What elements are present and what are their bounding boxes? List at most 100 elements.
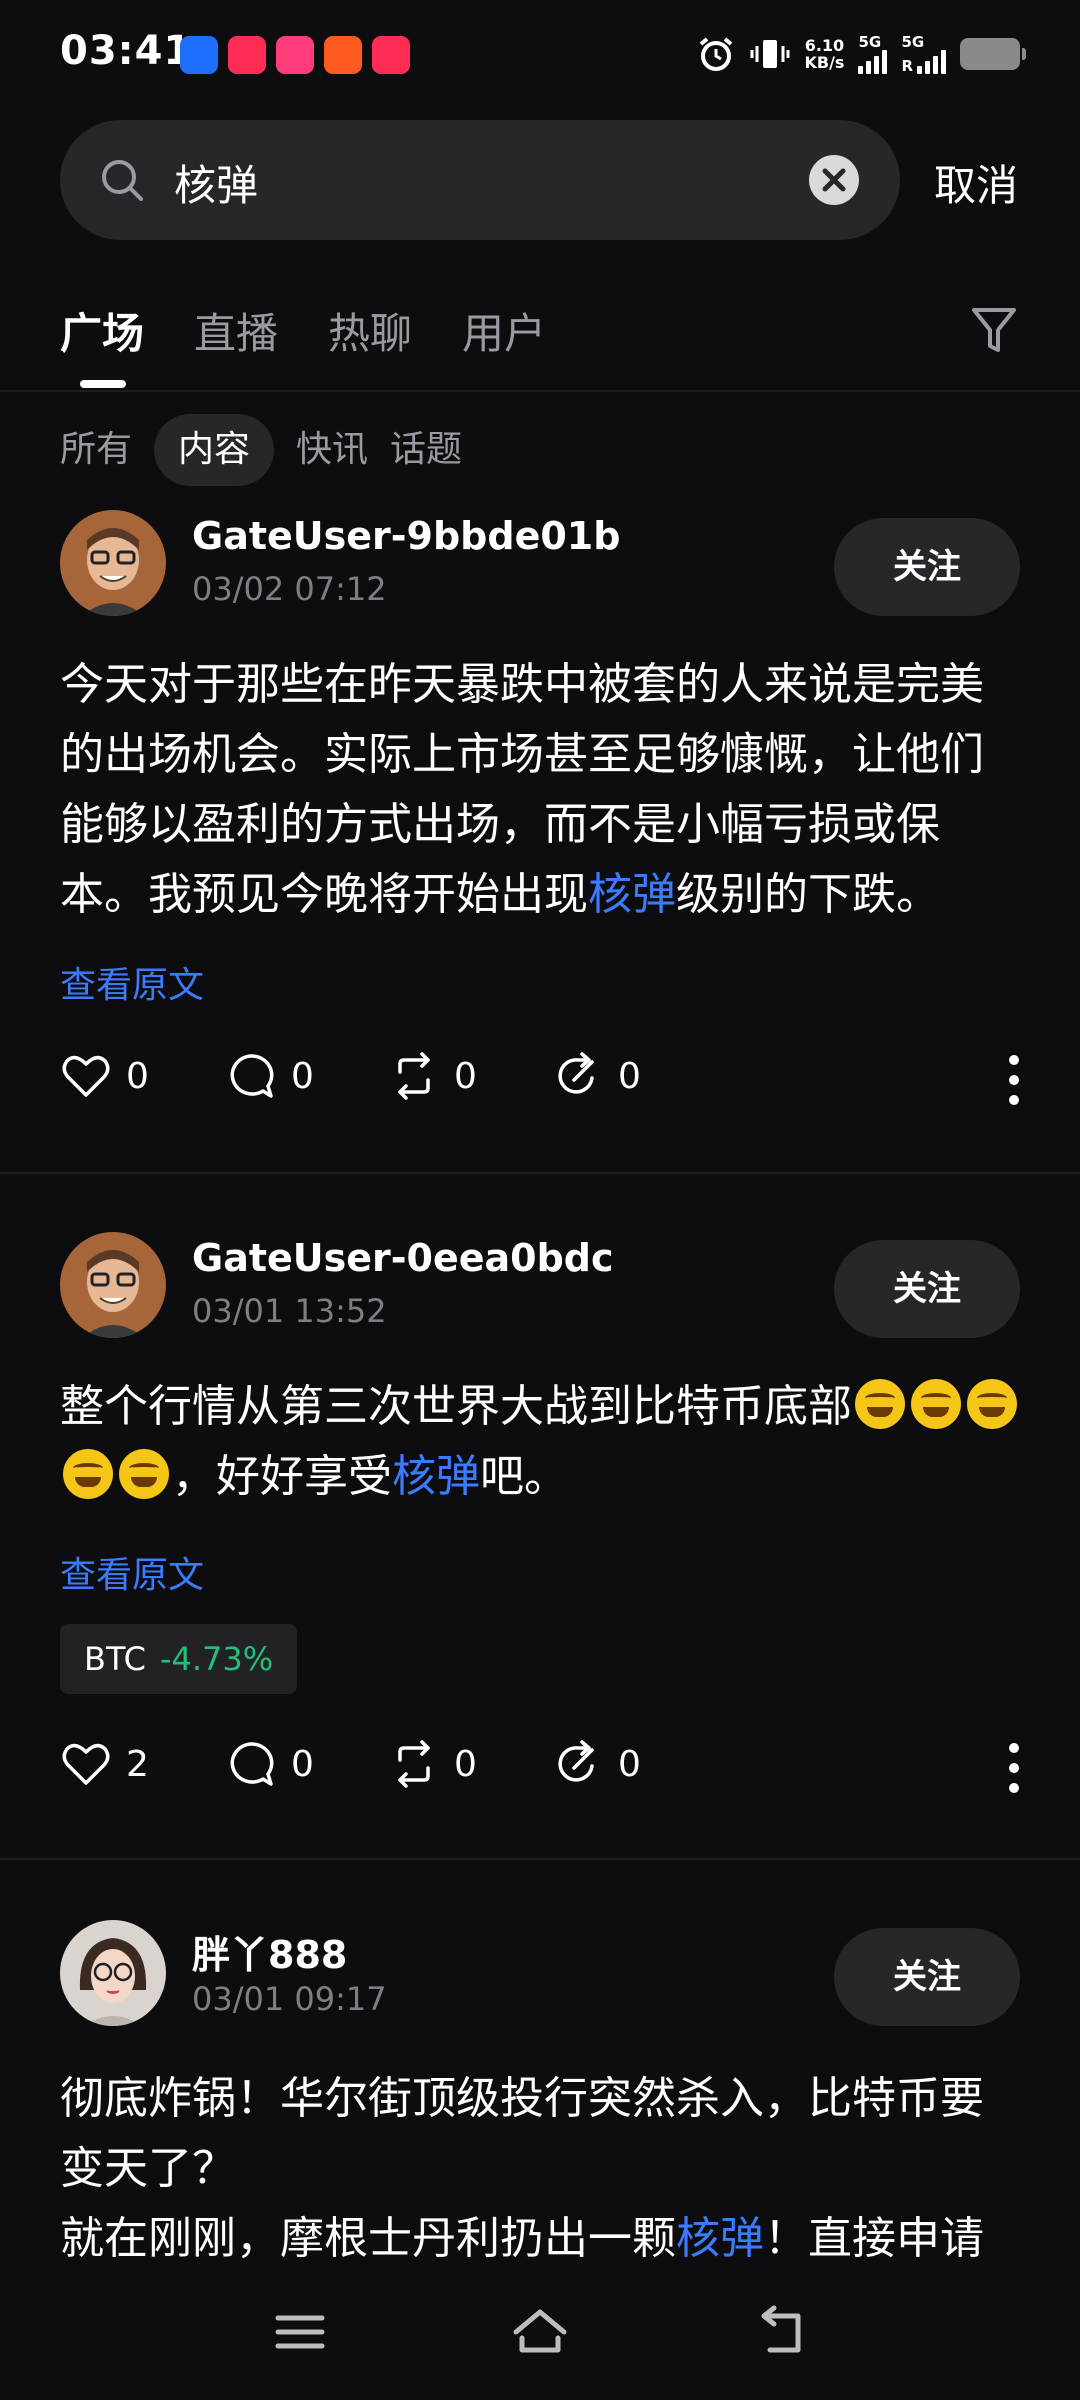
like-count: 2: [126, 1743, 149, 1785]
post-text-segment: 级别的下跌。: [676, 869, 940, 920]
app-notification-icon: [180, 36, 218, 74]
search-icon: [102, 160, 143, 201]
post-date: 03/01 13:52: [192, 1292, 387, 1330]
home-icon[interactable]: [510, 2302, 570, 2362]
post-text-segment: 就在刚刚，摩根士丹利扔出一颗: [60, 2213, 676, 2264]
post-username[interactable]: GateUser-9bbde01b: [192, 514, 620, 558]
share-icon: [558, 1740, 594, 1782]
notification-app-icons: [180, 36, 410, 74]
share-count: 0: [618, 1743, 641, 1785]
avatar[interactable]: [60, 1232, 166, 1338]
post-text-line: 彻底炸锅！华尔街顶级投行突然杀入，比特币要变天了？: [60, 2073, 984, 2194]
post-text[interactable]: 今天对于那些在昨天暴跌中被套的人来说是完美的出场机会。实际上市场甚至足够慷慨，让…: [60, 650, 1020, 930]
comment-button[interactable]: 0: [225, 1050, 314, 1102]
post-username[interactable]: GateUser-0eea0bdc: [192, 1236, 614, 1280]
follow-button[interactable]: 关注: [834, 1240, 1020, 1338]
post-text-segment: 整个行情从第三次世界大战到比特币底部: [60, 1381, 852, 1432]
app-notification-icon: [324, 36, 362, 74]
signal-sim1: 5G: [858, 33, 888, 74]
filter-icon[interactable]: [970, 304, 1018, 356]
ticker-chip[interactable]: BTC -4.73%: [60, 1624, 298, 1694]
post-actions: 2 0 0 0: [60, 1738, 1020, 1798]
like-count: 0: [126, 1055, 149, 1097]
status-right: 6.10 KB/s 5G 5G R: [696, 33, 1026, 74]
rofl-emoji-icon: [855, 1379, 905, 1429]
active-tab-indicator: [80, 380, 126, 388]
avatar[interactable]: [60, 1920, 166, 2026]
status-time: 03:41: [60, 28, 193, 74]
keyword-highlight: 核弹: [588, 869, 676, 920]
repost-icon: [398, 1740, 430, 1788]
comment-count: 0: [291, 1743, 314, 1785]
signal-type-label: 5G: [858, 33, 882, 51]
heart-icon: [62, 1055, 110, 1097]
divider: [0, 390, 1080, 392]
main-tabs: 广场 直播 热聊 用户: [60, 300, 546, 361]
post-date: 03/02 07:12: [192, 570, 387, 608]
share-button[interactable]: 0: [552, 1738, 641, 1790]
post-text-segment: ！直接申请: [764, 2213, 984, 2264]
ticker-symbol: BTC: [84, 1640, 146, 1678]
post-date: 03/01 09:17: [192, 1980, 387, 2018]
subtab-all[interactable]: 所有: [60, 414, 132, 486]
back-icon[interactable]: [750, 2302, 810, 2362]
share-button[interactable]: 0: [552, 1050, 641, 1102]
repost-button[interactable]: 0: [388, 1050, 477, 1102]
comment-button[interactable]: 0: [225, 1738, 314, 1790]
signal-type-label: 5G: [901, 33, 925, 51]
subtab-content[interactable]: 内容: [154, 414, 275, 486]
search-input[interactable]: 核弹: [60, 120, 900, 240]
vibrate-icon: [750, 40, 790, 68]
follow-button[interactable]: 关注: [834, 518, 1020, 616]
like-button[interactable]: 2: [60, 1738, 149, 1790]
more-options-icon[interactable]: [1008, 1054, 1020, 1106]
app-notification-icon: [228, 36, 266, 74]
view-original-link[interactable]: 查看原文: [60, 1546, 204, 1598]
net-speed-unit: KB/s: [804, 53, 845, 72]
rofl-emoji-icon: [967, 1379, 1017, 1429]
rofl-emoji-icon: [63, 1449, 113, 1499]
more-options-icon[interactable]: [1008, 1742, 1020, 1794]
tab-hot-chat[interactable]: 热聊: [328, 300, 412, 361]
repost-count: 0: [454, 1055, 477, 1097]
post-username[interactable]: 胖丫888: [192, 1924, 347, 1979]
sub-tabs: 所有 内容 快讯 话题: [60, 414, 462, 486]
subtab-topics[interactable]: 话题: [390, 414, 462, 486]
repost-icon: [398, 1052, 430, 1100]
app-notification-icon: [276, 36, 314, 74]
clear-search-icon[interactable]: [808, 154, 860, 206]
avatar[interactable]: [60, 510, 166, 616]
post-text[interactable]: 彻底炸锅！华尔街顶级投行突然杀入，比特币要变天了？ 就在刚刚，摩根士丹利扔出一颗核…: [60, 2064, 1020, 2274]
search-query[interactable]: 核弹: [174, 152, 258, 213]
net-speed-value: 6.10: [804, 36, 845, 55]
post-text[interactable]: 整个行情从第三次世界大战到比特币底部 ，好好享受核弹吧。: [60, 1372, 1020, 1512]
signal-bars-icon: [858, 50, 888, 74]
alarm-icon: [700, 37, 733, 71]
rofl-emoji-icon: [119, 1449, 169, 1499]
cancel-button[interactable]: 取消: [934, 152, 1018, 213]
post-text-segment: 吧。: [480, 1451, 568, 1502]
like-button[interactable]: 0: [60, 1050, 149, 1102]
comment-icon: [230, 1742, 274, 1786]
signal-sim2: 5G R: [901, 34, 946, 74]
view-original-link[interactable]: 查看原文: [60, 956, 204, 1008]
repost-button[interactable]: 0: [388, 1738, 477, 1790]
network-speed: 6.10 KB/s: [804, 37, 844, 71]
ticker-change: -4.73%: [159, 1640, 274, 1678]
heart-icon: [62, 1743, 110, 1785]
system-nav-bar: [0, 2280, 1080, 2400]
comment-count: 0: [291, 1055, 314, 1097]
tab-live[interactable]: 直播: [194, 300, 278, 361]
menu-icon[interactable]: [270, 2302, 330, 2362]
divider: [0, 1172, 1080, 1174]
post-text-segment: ，好好享受: [172, 1451, 392, 1502]
repost-count: 0: [454, 1743, 477, 1785]
follow-button[interactable]: 关注: [834, 1928, 1020, 2026]
app-notification-icon: [372, 36, 410, 74]
battery-icon: [960, 38, 1026, 70]
tab-square[interactable]: 广场: [60, 300, 144, 361]
tab-users[interactable]: 用户: [462, 300, 546, 361]
subtab-flash-news[interactable]: 快讯: [296, 414, 368, 486]
share-icon: [558, 1052, 594, 1094]
rofl-emoji-icon: [911, 1379, 961, 1429]
